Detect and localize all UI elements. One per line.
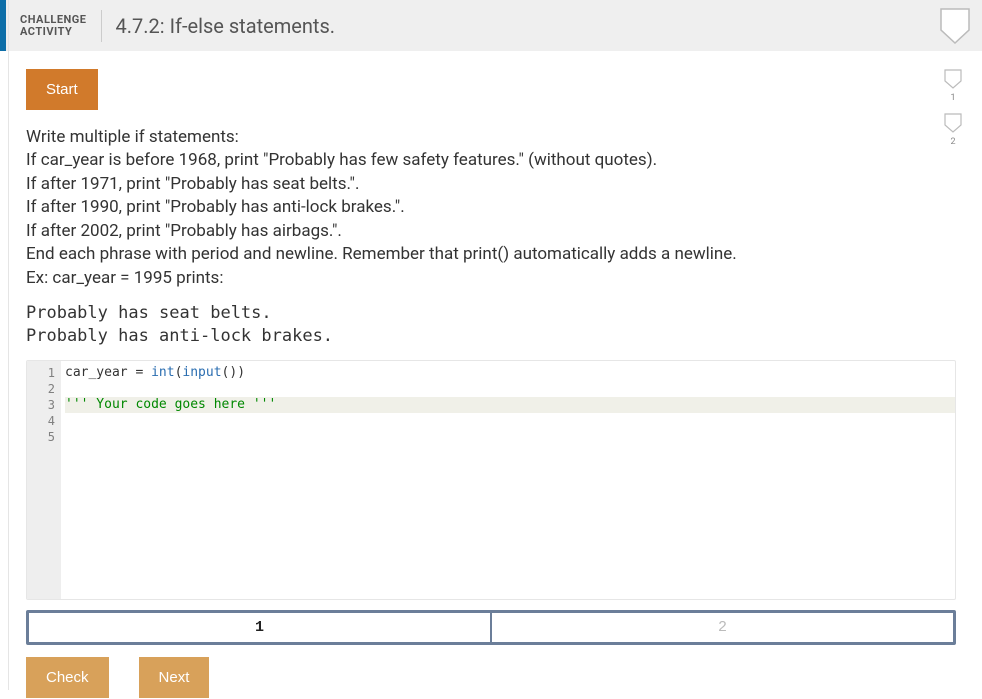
instr-line: Write multiple if statements:	[26, 126, 956, 149]
code-line-5[interactable]	[65, 429, 955, 445]
activity-title: 4.7.2: If-else statements.	[116, 14, 336, 38]
progress-shield-icon	[944, 113, 962, 133]
example-output: Probably has seat belts. Probably has an…	[26, 302, 956, 348]
line-number: 2	[27, 381, 55, 397]
shield-icon	[940, 8, 970, 44]
next-button[interactable]: Next	[139, 657, 210, 698]
instr-line: If after 1971, print "Probably has seat …	[26, 173, 956, 196]
code-line-3[interactable]: ''' Your code goes here '''	[65, 397, 955, 413]
editor-gutter: 1 2 3 4 5	[27, 361, 61, 599]
code-editor[interactable]: 1 2 3 4 5 car_year = int(input()) ''' Yo…	[26, 360, 956, 600]
instr-line: If after 1990, print "Probably has anti-…	[26, 196, 956, 219]
start-button[interactable]: Start	[26, 69, 98, 110]
instr-line: If car_year is before 1968, print "Proba…	[26, 149, 956, 172]
step-tab-1[interactable]: 1	[29, 613, 490, 642]
progress-shield-icon	[944, 69, 962, 89]
code-line-4[interactable]	[65, 413, 955, 429]
line-number: 4	[27, 413, 55, 429]
line-number: 1	[27, 365, 55, 381]
line-number: 5	[27, 429, 55, 445]
instr-line: Ex: car_year = 1995 prints:	[26, 267, 956, 290]
progress-badge-1: 1	[950, 93, 955, 103]
header-divider	[101, 10, 102, 42]
step-tab-2[interactable]: 2	[490, 613, 953, 642]
activity-header: CHALLENGE ACTIVITY 4.7.2: If-else statem…	[0, 0, 982, 51]
code-line-2[interactable]	[65, 381, 955, 397]
instr-line: End each phrase with period and newline.…	[26, 243, 956, 266]
activity-label: CHALLENGE ACTIVITY	[20, 14, 87, 38]
code-area[interactable]: car_year = int(input()) ''' Your code go…	[61, 361, 955, 599]
instructions-text: Write multiple if statements: If car_yea…	[26, 126, 956, 290]
code-line-1[interactable]: car_year = int(input())	[65, 365, 955, 381]
instr-line: If after 2002, print "Probably has airba…	[26, 220, 956, 243]
check-button[interactable]: Check	[26, 657, 109, 698]
activity-label-line2: ACTIVITY	[20, 26, 87, 38]
line-number: 3	[27, 397, 55, 413]
step-nav: 1 2	[26, 610, 956, 645]
progress-badges: 1 2	[944, 69, 962, 153]
progress-badge-2: 2	[950, 137, 955, 147]
activity-label-line1: CHALLENGE	[20, 14, 87, 26]
